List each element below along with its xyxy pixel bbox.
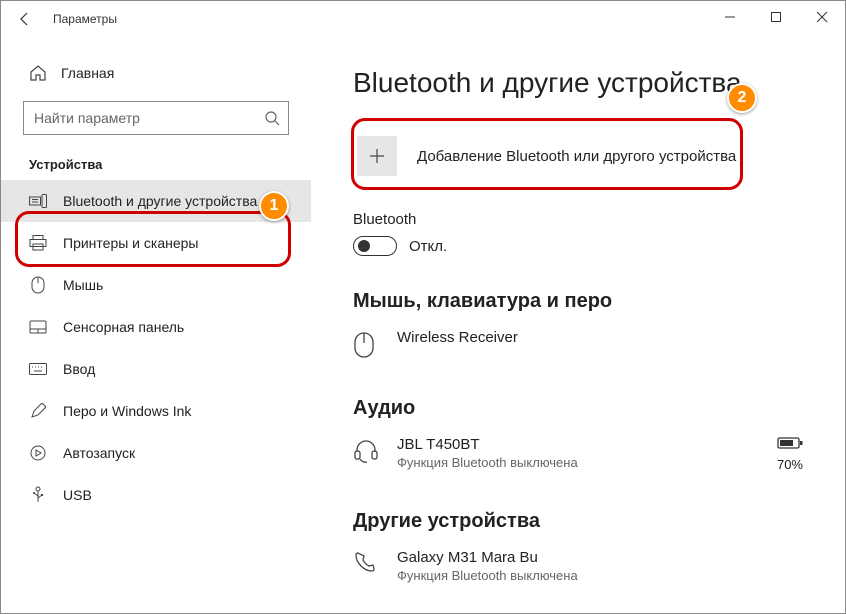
sidebar-item-label: Автозапуск <box>63 445 135 461</box>
plus-icon <box>357 136 397 176</box>
device-sub: Функция Bluetooth выключена <box>397 568 578 583</box>
main-panel: Bluetooth и другие устройства Добавление… <box>311 37 845 613</box>
sidebar-item-label: Ввод <box>63 361 95 377</box>
keyboard-icon <box>29 360 47 378</box>
battery-icon <box>777 436 803 450</box>
section-other-title: Другие устройства <box>353 510 833 533</box>
sidebar-item-touchpad[interactable]: Сенсорная панель <box>1 306 311 348</box>
device-name: JBL T450BT <box>397 436 578 453</box>
page-title: Bluetooth и другие устройства <box>353 67 833 99</box>
device-jbl[interactable]: JBL T450BT Функция Bluetooth выключена 7… <box>353 432 833 476</box>
touchpad-icon <box>29 318 47 336</box>
search-input[interactable] <box>34 110 264 126</box>
sidebar: Главная Устройства Bluetooth и другие ус… <box>1 37 311 613</box>
bluetooth-state: Откл. <box>409 238 447 255</box>
window-controls <box>707 1 845 33</box>
bluetooth-toggle[interactable] <box>353 236 397 256</box>
sidebar-item-label: Сенсорная панель <box>63 319 184 335</box>
maximize-icon <box>770 11 782 23</box>
bluetooth-label: Bluetooth <box>353 211 833 228</box>
device-galaxy[interactable]: Galaxy M31 Mara Bu Функция Bluetooth вык… <box>353 545 833 587</box>
device-name: Wireless Receiver <box>397 329 518 346</box>
device-wireless-receiver[interactable]: Wireless Receiver <box>353 325 833 363</box>
device-sub: Функция Bluetooth выключена <box>397 455 578 470</box>
sidebar-item-label: Мышь <box>63 277 103 293</box>
battery-percent: 70% <box>777 457 803 472</box>
sidebar-category: Устройства <box>1 135 311 180</box>
device-name: Galaxy M31 Mara Bu <box>397 549 578 566</box>
mouse-icon <box>29 276 47 294</box>
sidebar-item-typing[interactable]: Ввод <box>1 348 311 390</box>
content-area: Главная Устройства Bluetooth и другие ус… <box>1 37 845 613</box>
close-button[interactable] <box>799 1 845 33</box>
mouse-device-icon <box>353 331 383 359</box>
sidebar-item-bluetooth[interactable]: Bluetooth и другие устройства <box>1 180 311 222</box>
search-box[interactable] <box>23 101 289 135</box>
sidebar-item-mouse[interactable]: Мышь <box>1 264 311 306</box>
back-button[interactable] <box>15 9 35 29</box>
search-icon <box>264 110 280 126</box>
titlebar: Параметры <box>1 1 845 37</box>
sidebar-item-printers[interactable]: Принтеры и сканеры <box>1 222 311 264</box>
add-device-label: Добавление Bluetooth или другого устройс… <box>417 148 736 165</box>
printer-icon <box>29 234 47 252</box>
headset-icon <box>353 438 383 464</box>
settings-window: Параметры Главная Устройства Bluetooth и <box>0 0 846 614</box>
sidebar-home[interactable]: Главная <box>1 55 311 91</box>
sidebar-home-label: Главная <box>61 65 114 81</box>
toggle-knob <box>358 240 370 252</box>
sidebar-item-label: Bluetooth и другие устройства <box>63 193 257 209</box>
arrow-left-icon <box>17 11 33 27</box>
autoplay-icon <box>29 444 47 462</box>
section-audio-title: Аудио <box>353 397 833 420</box>
minimize-button[interactable] <box>707 1 753 33</box>
window-title: Параметры <box>53 12 117 26</box>
close-icon <box>816 11 828 23</box>
usb-icon <box>29 486 47 504</box>
sidebar-item-label: Перо и Windows Ink <box>63 403 191 419</box>
add-device-button[interactable]: Добавление Bluetooth или другого устройс… <box>353 127 833 185</box>
maximize-button[interactable] <box>753 1 799 33</box>
sidebar-item-usb[interactable]: USB <box>1 474 311 516</box>
section-input-title: Мышь, клавиатура и перо <box>353 290 833 313</box>
bluetooth-toggle-row: Откл. <box>353 236 833 256</box>
devices-icon <box>29 192 47 210</box>
home-icon <box>29 64 47 82</box>
sidebar-item-autoplay[interactable]: Автозапуск <box>1 432 311 474</box>
device-battery: 70% <box>777 436 803 472</box>
minimize-icon <box>724 11 736 23</box>
sidebar-item-label: Принтеры и сканеры <box>63 235 198 251</box>
phone-icon <box>353 551 383 573</box>
pen-icon <box>29 402 47 420</box>
sidebar-item-label: USB <box>63 487 92 503</box>
sidebar-item-pen[interactable]: Перо и Windows Ink <box>1 390 311 432</box>
